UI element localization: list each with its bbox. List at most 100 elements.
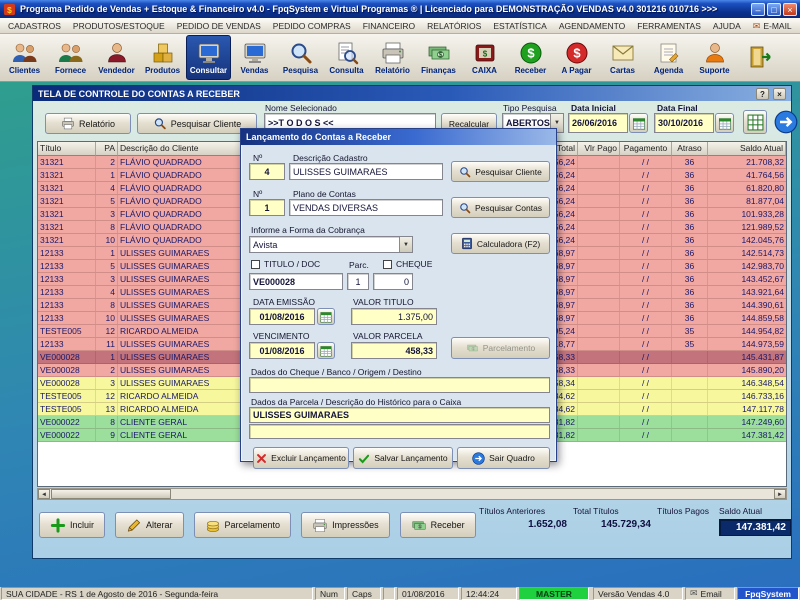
menu-item-ajuda[interactable]: AJUDA xyxy=(707,19,747,33)
close-button[interactable]: × xyxy=(783,3,797,16)
application-window: $ Programa Pedido de Vendas + Estoque & … xyxy=(0,0,800,600)
menu-item-relato-rios[interactable]: RELATÓRIOS xyxy=(421,19,487,33)
calculadora-button[interactable]: Calculadora (F2) xyxy=(451,233,550,254)
toolbar-button-cartas[interactable]: Cartas xyxy=(600,35,645,80)
valor-parcela-label: VALOR PARCELA xyxy=(353,331,423,341)
vencimento-field[interactable]: 01/08/2016 xyxy=(249,342,315,359)
chevron-down-icon[interactable]: ▼ xyxy=(399,237,412,252)
report-button[interactable]: Relatório xyxy=(45,113,131,134)
data-inicial-label: Data Inicial xyxy=(571,103,616,113)
status-email[interactable]: ✉Email xyxy=(685,587,735,600)
menu-item-estati-stica[interactable]: ESTATÍSTICA xyxy=(487,19,553,33)
dados-parcela-field[interactable]: ULISSES GUIMARAES xyxy=(249,407,550,423)
users-icon xyxy=(12,41,38,65)
go-button[interactable] xyxy=(773,109,799,135)
export-grid-button[interactable] xyxy=(743,110,767,134)
tipo-pesquisa-label: Tipo Pesquisa xyxy=(503,103,557,113)
data-emissao-field[interactable]: 01/08/2016 xyxy=(249,308,315,325)
selected-name-label: Nome Selecionado xyxy=(265,103,337,113)
incluir-button[interactable]: Incluir xyxy=(39,512,105,538)
coins-icon xyxy=(205,518,221,533)
search-client-button[interactable]: Pesquisar Cliente xyxy=(137,113,257,134)
data-inicial-field[interactable]: 26/06/2016 xyxy=(568,113,628,133)
forma-cobranca-select[interactable]: Avista ▼ xyxy=(249,236,413,253)
toolbar-button-vendas[interactable]: Vendas xyxy=(232,35,277,80)
n2-field[interactable]: 1 xyxy=(249,199,285,216)
dollargreen-icon: $ xyxy=(518,41,544,65)
data-emissao-calendar-button[interactable] xyxy=(317,308,335,325)
toolbar-button-suporte[interactable]: Suporte xyxy=(692,35,737,80)
toolbar-button-exit[interactable] xyxy=(738,35,783,80)
search-icon xyxy=(288,41,314,65)
titulo-doc-checkbox[interactable]: TITULO / DOC xyxy=(251,259,320,269)
toolbar-button-a-pagar[interactable]: $A Pagar xyxy=(554,35,599,80)
summary-label: Saldo Atual xyxy=(719,506,791,516)
status-time: 12:44:24 xyxy=(461,587,517,600)
pesquisar-contas-button[interactable]: Pesquisar Contas xyxy=(451,197,550,218)
toolbar-button-consultar[interactable]: Consultar xyxy=(186,35,231,80)
plano-contas-field[interactable]: VENDAS DIVERSAS xyxy=(289,199,443,216)
cheque-field[interactable]: 0 xyxy=(373,273,413,290)
toolbar-button-consulta[interactable]: Consulta xyxy=(324,35,369,80)
toolbar-button-agenda[interactable]: Agenda xyxy=(646,35,691,80)
toolbar-button-vendedor[interactable]: Vendedor xyxy=(94,35,139,80)
pesquisar-cliente-button[interactable]: Pesquisar Cliente xyxy=(451,161,550,182)
maximize-button[interactable]: □ xyxy=(767,3,781,16)
menu-item-e-mail[interactable]: ✉E-MAIL xyxy=(747,19,798,33)
n1-field[interactable]: 4 xyxy=(249,163,285,180)
toolbar-button-caixa[interactable]: $CAIXA xyxy=(462,35,507,80)
form-title: TELA DE CONTROLE DO CONTAS A RECEBER xyxy=(38,89,240,99)
toolbar-button-pesquisa[interactable]: Pesquisa xyxy=(278,35,323,80)
vencimento-calendar-button[interactable] xyxy=(317,342,335,359)
alterar-button[interactable]: Alterar xyxy=(115,512,184,538)
menu-item-pedido-compras[interactable]: PEDIDO COMPRAS xyxy=(267,19,357,33)
lancamento-dialog: Lançamento do Contas a Receber Nº Descri… xyxy=(240,128,557,462)
sair-quadro-button[interactable]: Sair Quadro xyxy=(457,447,550,469)
toolbar-button-fornece[interactable]: Fornece xyxy=(48,35,93,80)
data-final-field[interactable]: 30/10/2016 xyxy=(654,113,714,133)
summary-label: Títulos Anteriores xyxy=(479,506,567,516)
menu-item-produtos-estoque[interactable]: PRODUTOS/ESTOQUE xyxy=(67,19,171,33)
toolbar-button-produtos[interactable]: Produtos xyxy=(140,35,185,80)
footer-buttons: Incluir Alterar Parcelamento Impressões $Rec… xyxy=(39,512,476,538)
excluir-lancamento-button[interactable]: Excluir Lançamento xyxy=(253,447,349,469)
valor-titulo-field[interactable]: 1.375,00 xyxy=(351,308,437,325)
dialog-title-bar[interactable]: Lançamento do Contas a Receber xyxy=(241,129,556,145)
data-final-calendar-button[interactable] xyxy=(715,113,734,133)
scroll-right-icon[interactable]: ► xyxy=(774,489,786,499)
horizontal-scrollbar[interactable]: ◄ ► xyxy=(37,488,787,500)
status-user: MASTER xyxy=(519,587,589,600)
receber-button[interactable]: $Receber xyxy=(400,512,476,538)
cheque-checkbox[interactable]: CHEQUE xyxy=(383,259,432,269)
menu-item-ferramentas[interactable]: FERRAMENTAS xyxy=(631,19,707,33)
scroll-left-icon[interactable]: ◄ xyxy=(38,489,50,499)
menu-item-pedido-de-vendas[interactable]: PEDIDO DE VENDAS xyxy=(171,19,267,33)
menu-item-cadastros[interactable]: CADASTROS xyxy=(2,19,67,33)
toolbar-button-clientes[interactable]: Clientes xyxy=(2,35,47,80)
form-close-button[interactable]: × xyxy=(773,88,786,100)
impresso-es-button[interactable]: Impressões xyxy=(301,512,390,538)
form-help-button[interactable]: ? xyxy=(756,88,769,100)
menu-item-financeiro[interactable]: FINANCEIRO xyxy=(357,19,421,33)
valor-parcela-field[interactable]: 458,33 xyxy=(351,342,437,359)
data-inicial-calendar-button[interactable] xyxy=(629,113,648,133)
dados-cheque-field[interactable] xyxy=(249,377,550,393)
titulo-doc-field[interactable]: VE000028 xyxy=(249,273,343,290)
add-icon xyxy=(50,518,66,533)
minimize-button[interactable]: – xyxy=(751,3,765,16)
summary-saldo-atual: Saldo Atual147.381,42 xyxy=(719,506,791,536)
toolbar-button-financ-as[interactable]: $Finanças xyxy=(416,35,461,80)
parcelamento-button[interactable]: Parcelamento xyxy=(194,512,292,538)
salvar-lancamento-button[interactable]: Salvar Lançamento xyxy=(353,447,453,469)
menu-item-agendamento[interactable]: AGENDAMENTO xyxy=(553,19,631,33)
scrollbar-thumb[interactable] xyxy=(51,489,171,499)
calendar-icon xyxy=(320,311,332,323)
summary-label: Total Títulos xyxy=(573,506,651,516)
parcelamento-button[interactable]: $ Parcelamento xyxy=(451,337,550,359)
toolbar-button-receber[interactable]: $Receber xyxy=(508,35,553,80)
toolbar: ClientesForneceVendedorProdutosConsultar… xyxy=(0,34,800,82)
desc-cadastro-field[interactable]: ULISSES GUIMARAES xyxy=(289,163,443,180)
dados-parcela-field-2[interactable] xyxy=(249,424,550,439)
parc-field[interactable]: 1 xyxy=(347,273,369,290)
toolbar-button-relato-rio[interactable]: Relatório xyxy=(370,35,415,80)
